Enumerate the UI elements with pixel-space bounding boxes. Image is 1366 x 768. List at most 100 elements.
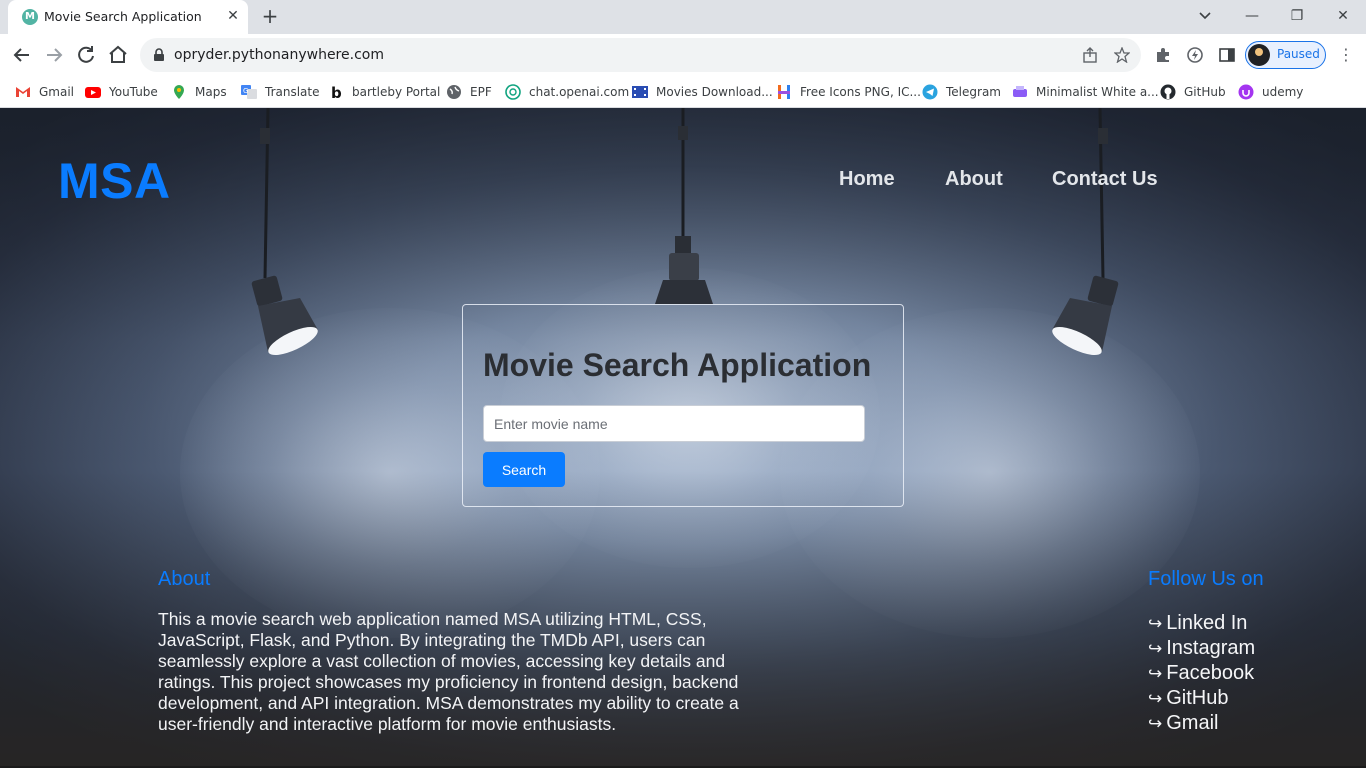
youtube-icon (85, 84, 101, 100)
social-link-label: Linked In (1166, 612, 1248, 634)
movie-search-input[interactable] (483, 405, 865, 442)
social-links: ↪ Linked In ↪ Instagram ↪ Facebook ↪ GitHub … (1148, 611, 1255, 736)
page-hero: MSA Home About Contact Us Movie Search A… (0, 108, 1366, 768)
stage-lamp-right-icon (1052, 108, 1119, 356)
bookmark-github[interactable]: GitHub (1160, 82, 1226, 102)
bookmark-label: bartleby Portal (352, 85, 441, 99)
minimize-button[interactable]: — (1240, 5, 1264, 27)
tab-title: Movie Search Application (44, 9, 202, 24)
menu-dots-icon[interactable]: ⋮ (1338, 45, 1354, 65)
site-logo[interactable]: MSA (58, 152, 171, 210)
bookmark-label: Movies Download... (656, 85, 773, 99)
bookmark-star-icon[interactable] (1113, 46, 1131, 64)
social-link-label: GitHub (1166, 687, 1229, 709)
back-arrow-icon[interactable] (10, 43, 34, 67)
bookmark-freeicons[interactable]: Free Icons PNG, IC... (776, 82, 921, 102)
social-link-gmail[interactable]: ↪ Gmail (1148, 711, 1255, 736)
stage-lamp-center-icon (655, 108, 713, 304)
svg-text:G: G (243, 87, 248, 95)
globe-icon (446, 84, 462, 100)
translate-icon: G (241, 84, 257, 100)
about-description: This a movie search web application name… (158, 609, 739, 734)
printer-icon (1012, 84, 1028, 100)
bookmark-label: Telegram (946, 85, 1001, 99)
arrow-icon: ↪ (1148, 614, 1163, 634)
social-link-label: Gmail (1166, 712, 1219, 734)
bookmark-translate[interactable]: G Translate (241, 82, 320, 102)
svg-text:b: b (331, 84, 342, 100)
bookmark-udemy[interactable]: udemy (1238, 82, 1303, 102)
home-icon[interactable] (106, 43, 130, 67)
tab-close-icon[interactable]: ✕ (224, 7, 242, 25)
udemy-icon (1238, 84, 1254, 100)
restore-button[interactable]: ❐ (1285, 5, 1309, 27)
profile-status: Paused (1277, 47, 1320, 61)
bookmark-telegram[interactable]: Telegram (922, 82, 1001, 102)
extension-icon[interactable] (1186, 46, 1204, 64)
lock-icon[interactable] (152, 48, 166, 62)
side-panel-icon[interactable] (1218, 46, 1236, 64)
tab-search-chevron-icon[interactable] (1193, 5, 1217, 27)
bookmark-bartleby[interactable]: b bartleby Portal (328, 82, 440, 102)
avatar (1248, 44, 1270, 66)
bookmark-label: Maps (195, 85, 227, 99)
bookmarks-bar: Gmail YouTube Maps G Translate b bartleb… (0, 76, 1366, 108)
tab-strip: M Movie Search Application ✕ + — ❐ ✕ (0, 0, 1366, 34)
close-window-button[interactable]: ✕ (1331, 5, 1355, 27)
stage-lamp-left-icon (251, 108, 318, 356)
social-link-linkedin[interactable]: ↪ Linked In (1148, 611, 1255, 636)
social-link-label: Instagram (1166, 637, 1256, 659)
search-title: Movie Search Application (483, 347, 872, 383)
nav-contact-us[interactable]: Contact Us (1052, 168, 1158, 191)
address-bar[interactable]: opryder.pythonanywhere.com (140, 38, 1141, 72)
bookmark-label: Translate (265, 85, 320, 99)
social-link-label: Facebook (1166, 662, 1255, 684)
bookmark-maps[interactable]: Maps (171, 82, 227, 102)
bookmark-gmail[interactable]: Gmail (15, 82, 74, 102)
bookmark-label: GitHub (1184, 85, 1226, 99)
gmail-icon (15, 84, 31, 100)
forward-arrow-icon[interactable] (42, 43, 66, 67)
bookmark-minimalist[interactable]: Minimalist White a... (1012, 82, 1159, 102)
nav-home[interactable]: Home (839, 168, 895, 191)
active-tab[interactable]: M Movie Search Application ✕ (8, 0, 248, 34)
new-tab-button[interactable]: + (259, 5, 281, 27)
search-card: Movie Search Application Search (462, 304, 904, 507)
maps-icon (171, 84, 187, 100)
site-favicon-icon: M (22, 9, 38, 25)
telegram-icon (922, 84, 938, 100)
share-icon[interactable] (1082, 47, 1098, 63)
bookmark-label: chat.openai.com (529, 85, 630, 99)
profile-button[interactable]: Paused (1245, 41, 1326, 69)
arrow-icon: ↪ (1148, 664, 1163, 684)
social-link-facebook[interactable]: ↪ Facebook (1148, 661, 1255, 686)
follow-heading: Follow Us on (1148, 568, 1264, 590)
search-button[interactable]: Search (483, 452, 565, 487)
nav-about[interactable]: About (945, 168, 1003, 191)
extensions-puzzle-icon[interactable] (1154, 46, 1172, 64)
openai-icon (505, 84, 521, 100)
github-icon (1160, 84, 1176, 100)
bookmark-label: Free Icons PNG, IC... (800, 85, 921, 99)
browser-toolbar: opryder.pythonanywhere.com Paused (0, 34, 1366, 76)
arrow-icon: ↪ (1148, 689, 1163, 709)
social-link-github[interactable]: ↪ GitHub (1148, 686, 1255, 711)
film-icon (632, 84, 648, 100)
social-link-instagram[interactable]: ↪ Instagram (1148, 636, 1255, 661)
bartleby-icon: b (328, 84, 344, 102)
bookmark-label: EPF (470, 85, 492, 99)
arrow-icon: ↪ (1148, 639, 1163, 659)
url-text[interactable]: opryder.pythonanywhere.com (174, 47, 384, 63)
bookmark-label: udemy (1262, 85, 1304, 99)
freeicons-icon (776, 84, 792, 100)
bookmark-epf[interactable]: EPF (446, 82, 492, 102)
about-heading: About (158, 568, 211, 590)
bookmark-label: Gmail (39, 85, 75, 99)
bookmark-label: Minimalist White a... (1036, 85, 1159, 99)
bookmark-movies[interactable]: Movies Download... (632, 82, 773, 102)
arrow-icon: ↪ (1148, 714, 1163, 734)
bookmark-youtube[interactable]: YouTube (85, 82, 158, 102)
bookmark-chatgpt[interactable]: chat.openai.com (505, 82, 629, 102)
bookmark-label: YouTube (109, 85, 158, 99)
reload-icon[interactable] (74, 43, 98, 67)
